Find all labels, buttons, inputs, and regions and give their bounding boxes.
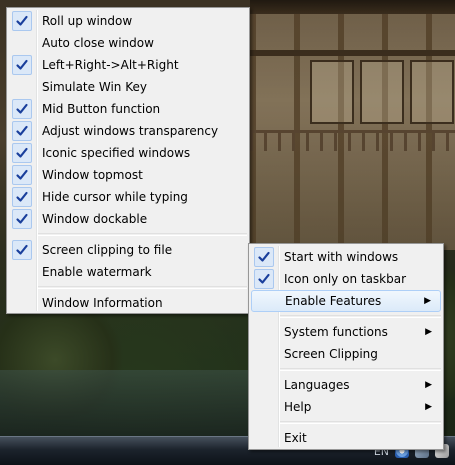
menu-item-label: Enable Features [285,294,382,308]
menu-item-label: Languages [284,378,350,392]
check-icon [12,121,32,141]
check-icon [254,269,274,289]
menu-item-label: Auto close window [42,36,154,50]
menu-item-label: Screen clipping to file [42,243,173,257]
check-icon [12,11,32,31]
enable-features-submenu: Roll up window Auto close window Left+Ri… [6,7,250,314]
menu-item-label: Adjust windows transparency [42,124,219,138]
tray-context-menu: Start with windows Icon only on taskbar … [248,243,444,450]
check-icon [12,143,32,163]
wallpaper-pond [0,370,260,440]
menu-item-left-right-alt-right[interactable]: Left+Right->Alt+Right [9,54,247,76]
menu-item-iconic-specified-windows[interactable]: Iconic specified windows [9,142,247,164]
menu-item-screen-clipping-to-file[interactable]: Screen clipping to file [9,239,247,261]
menu-item-languages[interactable]: Languages ▶ [251,374,441,396]
menu-item-label: Mid Button function [42,102,161,116]
check-icon [254,247,274,267]
menu-item-simulate-win-key[interactable]: Simulate Win Key [9,76,247,98]
menu-item-enable-features[interactable]: Enable Features ▶ [251,290,441,312]
menu-item-auto-close-window[interactable]: Auto close window [9,32,247,54]
check-icon [12,165,32,185]
menu-item-screen-clipping[interactable]: Screen Clipping [251,343,441,365]
menu-item-label: Help [284,400,312,414]
menu-item-label: Icon only on taskbar [284,272,407,286]
menu-item-start-with-windows[interactable]: Start with windows [251,246,441,268]
menu-item-label: Left+Right->Alt+Right [42,58,179,72]
submenu-arrow-icon: ▶ [425,327,432,337]
menu-item-label: Window topmost [42,168,143,182]
check-icon [12,55,32,75]
menu-item-mid-button-function[interactable]: Mid Button function [9,98,247,120]
check-icon [12,187,32,207]
menu-item-label: Screen Clipping [284,347,378,361]
menu-separator [38,233,247,236]
menu-item-help[interactable]: Help ▶ [251,396,441,418]
submenu-arrow-icon: ▶ [425,380,432,390]
menu-item-icon-only-on-taskbar[interactable]: Icon only on taskbar [251,268,441,290]
menu-separator [280,315,441,318]
check-icon [12,99,32,119]
menu-item-label: Enable watermark [42,265,152,279]
menu-item-enable-watermark[interactable]: Enable watermark [9,261,247,283]
submenu-arrow-icon: ▶ [425,402,432,412]
menu-item-window-dockable[interactable]: Window dockable [9,208,247,230]
menu-item-label: Exit [284,431,307,445]
menu-item-hide-cursor-while-typing[interactable]: Hide cursor while typing [9,186,247,208]
menu-item-label: Simulate Win Key [42,80,147,94]
menu-item-window-topmost[interactable]: Window topmost [9,164,247,186]
menu-item-adjust-windows-transparency[interactable]: Adjust windows transparency [9,120,247,142]
menu-separator [38,286,247,289]
menu-item-system-functions[interactable]: System functions ▶ [251,321,441,343]
wallpaper-building [250,0,455,250]
menu-item-label: Start with windows [284,250,399,264]
check-icon [12,240,32,260]
menu-separator [280,421,441,424]
menu-item-label: System functions [284,325,388,339]
menu-item-label: Hide cursor while typing [42,190,188,204]
menu-item-roll-up-window[interactable]: Roll up window [9,10,247,32]
check-icon [12,209,32,229]
menu-item-exit[interactable]: Exit [251,427,441,449]
menu-item-label: Window Information [42,296,163,310]
menu-item-label: Roll up window [42,14,133,28]
menu-item-label: Iconic specified windows [42,146,191,160]
menu-item-label: Window dockable [42,212,148,226]
menu-item-window-information[interactable]: Window Information [9,292,247,314]
menu-separator [280,368,441,371]
submenu-arrow-icon: ▶ [424,296,431,306]
